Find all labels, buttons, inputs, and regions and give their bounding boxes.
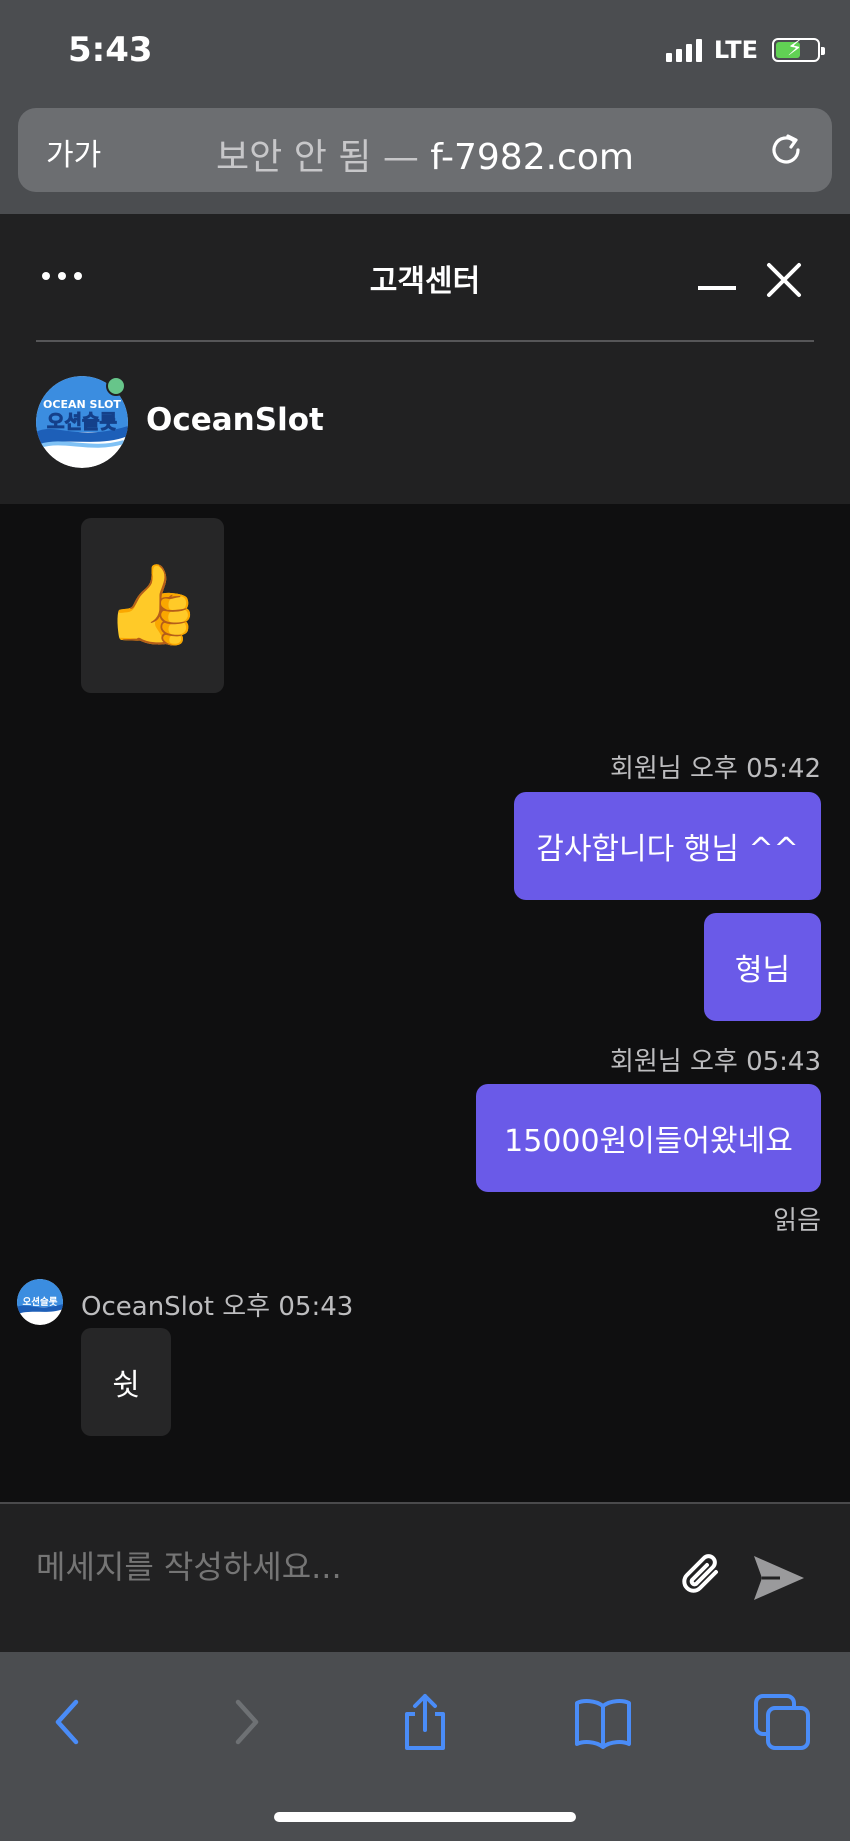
domain-label: f-7982.com bbox=[430, 137, 634, 178]
battery-icon: ⚡ bbox=[772, 36, 825, 62]
message-list[interactable]: 👍 회원님 오후 05:42 감사합니다 행님 ^^ 형님 회원님 오후 05:… bbox=[0, 504, 850, 1502]
message-input[interactable] bbox=[36, 1548, 636, 1586]
logo-text-main: 오션슬롯 bbox=[23, 1296, 58, 1308]
incoming-message: 쉿 bbox=[81, 1328, 171, 1436]
outgoing-message: 감사합니다 행님 ^^ bbox=[514, 792, 821, 900]
browser-top-chrome: 5:43 LTE ⚡ 가가 보안 안 됨 — f-7982.com bbox=[0, 0, 850, 214]
logo-text-main: 오션슬롯 bbox=[47, 411, 117, 433]
message-meta: 회원님 오후 05:42 bbox=[609, 754, 821, 784]
signal-icon bbox=[665, 38, 702, 62]
share-icon[interactable] bbox=[395, 1692, 455, 1752]
message-meta: OceanSlot 오후 05:43 bbox=[81, 1292, 354, 1322]
online-status-dot bbox=[106, 376, 126, 396]
outgoing-message: 형님 bbox=[704, 913, 821, 1021]
address-bar[interactable]: 가가 보안 안 됨 — f-7982.com bbox=[18, 108, 832, 192]
agent-name: OceanSlot bbox=[146, 402, 324, 438]
logo-text-top: OCEAN SLOT bbox=[43, 398, 121, 411]
status-indicators: LTE ⚡ bbox=[665, 36, 825, 64]
forward-icon[interactable] bbox=[218, 1692, 278, 1752]
security-label: 보안 안 됨 — bbox=[216, 137, 431, 178]
attach-icon[interactable] bbox=[676, 1550, 728, 1602]
read-receipt: 읽음 bbox=[773, 1206, 821, 1236]
message-meta: 회원님 오후 05:43 bbox=[609, 1047, 821, 1077]
close-icon[interactable] bbox=[764, 260, 804, 300]
status-time: 5:43 bbox=[68, 30, 153, 70]
emoji-message: 👍 bbox=[81, 518, 224, 693]
outgoing-message: 15000원이들어왔네요 bbox=[476, 1084, 821, 1192]
back-icon[interactable] bbox=[36, 1692, 96, 1752]
message-composer bbox=[0, 1502, 850, 1654]
network-label: LTE bbox=[713, 36, 758, 64]
send-icon[interactable] bbox=[752, 1554, 806, 1602]
minimize-icon[interactable] bbox=[698, 286, 736, 290]
tabs-icon[interactable] bbox=[752, 1692, 812, 1752]
home-indicator[interactable] bbox=[274, 1812, 576, 1822]
bookmarks-icon[interactable] bbox=[573, 1692, 633, 1752]
chat-header: 고객센터 OCEAN SLOT 오션슬롯 OceanSlot bbox=[0, 214, 850, 504]
url-display[interactable]: 보안 안 됨 — f-7982.com bbox=[18, 128, 832, 180]
agent-avatar-small: 오션슬롯 bbox=[17, 1279, 63, 1325]
reload-icon[interactable] bbox=[764, 128, 808, 172]
chat-title: 고객센터 bbox=[369, 264, 481, 299]
header-divider bbox=[36, 340, 814, 342]
